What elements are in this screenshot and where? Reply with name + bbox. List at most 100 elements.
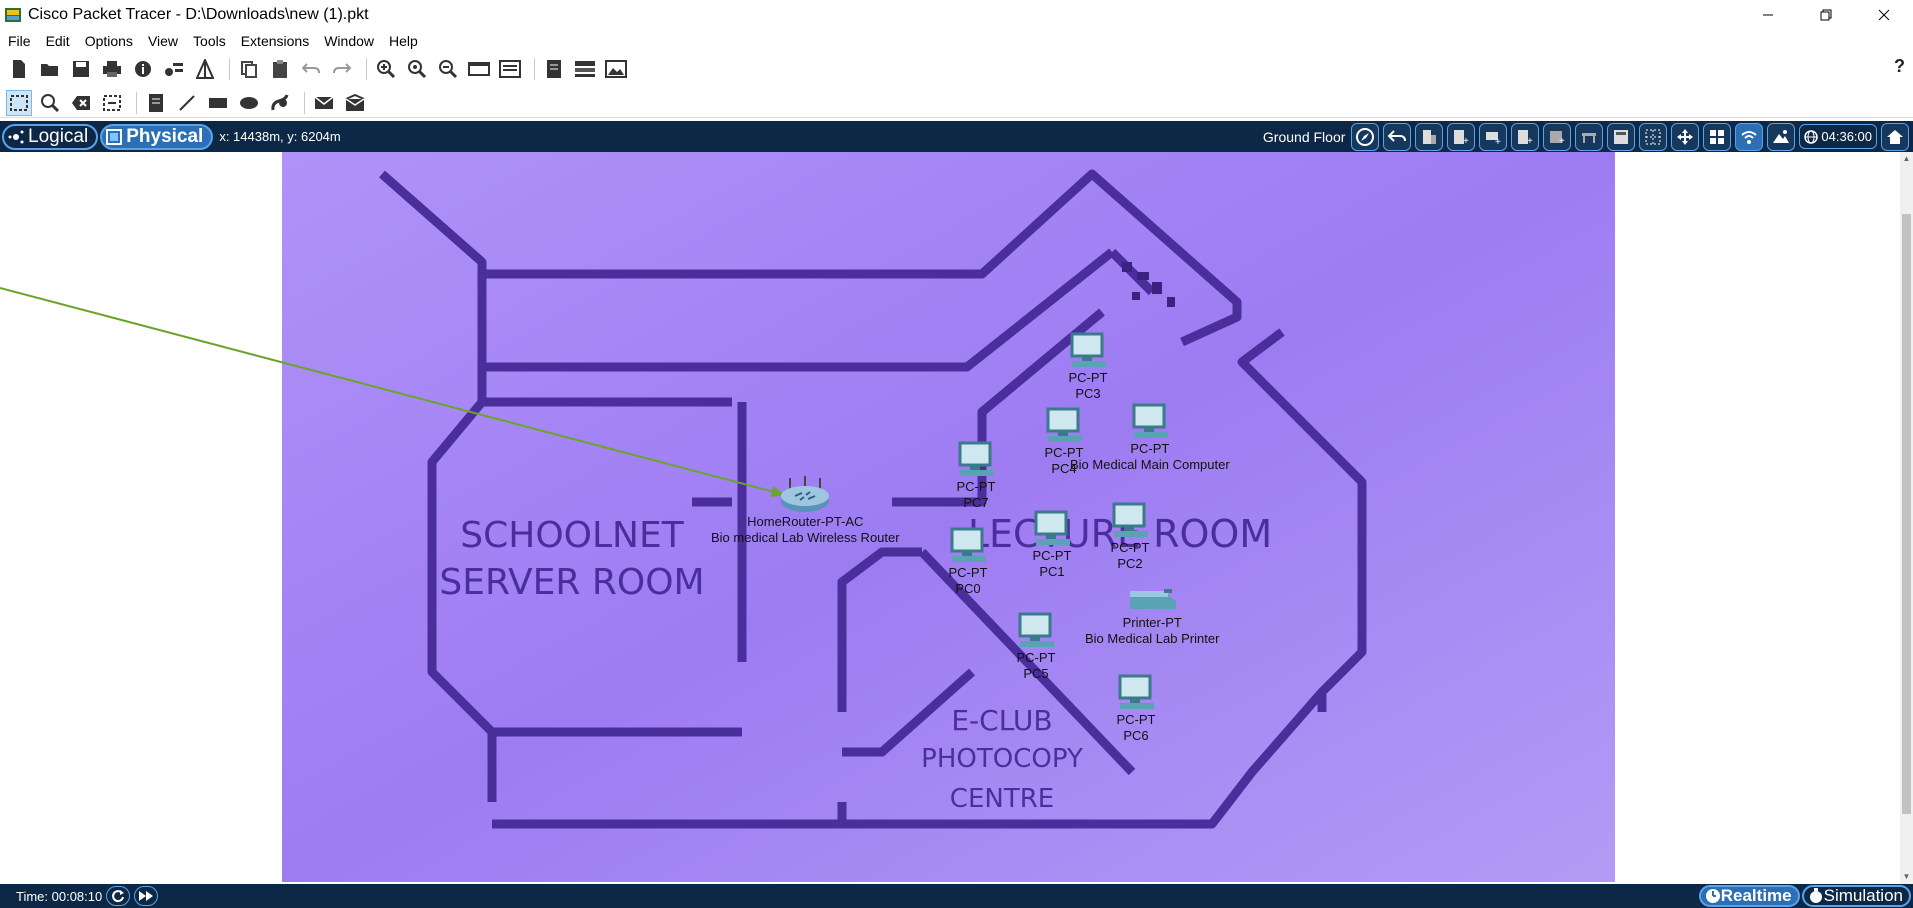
move-icon	[1677, 128, 1694, 145]
move-object-button[interactable]	[1671, 122, 1700, 151]
tab-realtime[interactable]: Realtime	[1698, 885, 1800, 907]
draw-ellipse-button[interactable]	[236, 90, 262, 116]
zoom-out-button[interactable]	[435, 56, 461, 82]
viewport-button[interactable]	[1703, 122, 1732, 151]
zoom-reset-icon	[408, 60, 427, 79]
close-button[interactable]	[1855, 0, 1913, 30]
menu-tools[interactable]: Tools	[193, 33, 226, 49]
scroll-down-icon[interactable]: ▼	[1902, 872, 1911, 882]
vertical-scrollbar[interactable]: ▲ ▼	[1900, 152, 1913, 884]
main-computer-type-label: PC-PT	[1130, 441, 1170, 456]
info-icon	[135, 61, 151, 77]
fast-forward-button[interactable]	[134, 886, 159, 906]
pc7-name-label: PC7	[963, 495, 989, 510]
environment-button[interactable]	[1767, 122, 1796, 151]
device-template-button[interactable]	[572, 56, 598, 82]
print-button[interactable]	[99, 56, 125, 82]
tab-simulation[interactable]: Simulation	[1801, 885, 1911, 907]
resize-tool-button[interactable]	[99, 90, 125, 116]
clock-display: 04:36:00	[1799, 124, 1877, 149]
toolbar-separator	[304, 91, 305, 114]
device-pc5[interactable]: PC-PT PC5	[1014, 612, 1058, 682]
pc6-name-label: PC6	[1123, 728, 1149, 743]
grid-button[interactable]	[1639, 122, 1668, 151]
menu-file[interactable]: File	[8, 33, 31, 49]
new-shelf-button[interactable]: +	[1543, 122, 1572, 151]
palette-button[interactable]	[192, 56, 218, 82]
print-icon	[103, 61, 121, 77]
pc-icon	[1132, 403, 1168, 438]
zoom-reset-button[interactable]	[404, 56, 430, 82]
ellipse-icon	[240, 96, 258, 109]
draw-line-button[interactable]	[174, 90, 200, 116]
undo-button[interactable]	[298, 56, 324, 82]
device-pc7[interactable]: PC-PT PC7	[954, 441, 998, 511]
new-rack-button[interactable]: +	[1447, 122, 1476, 151]
svg-text:+: +	[1559, 136, 1565, 146]
device-pc6[interactable]: PC-PT PC6	[1114, 674, 1158, 744]
new-building-button[interactable]	[1415, 122, 1444, 151]
add-simple-pdu-button[interactable]	[311, 90, 337, 116]
set-background-button[interactable]	[1607, 122, 1636, 151]
menu-window[interactable]: Window	[324, 33, 374, 49]
toolbar-separator	[534, 58, 535, 80]
device-bio-medical-main-computer[interactable]: PC-PT Bio Medical Main Computer	[1070, 403, 1230, 473]
help-button[interactable]: ?	[1894, 56, 1905, 77]
home-button[interactable]	[1881, 122, 1909, 151]
notes-button[interactable]	[541, 56, 567, 82]
copy-button[interactable]	[236, 56, 262, 82]
add-complex-pdu-button[interactable]	[342, 90, 368, 116]
device-pc3[interactable]: PC-PT PC3	[1066, 332, 1110, 402]
place-note-button[interactable]	[143, 90, 169, 116]
tab-physical[interactable]: Physical	[100, 123, 214, 150]
custom-devices-button[interactable]	[497, 56, 523, 82]
cursor-coordinates: x: 14438m, y: 6204m	[219, 129, 341, 144]
select-tool-button[interactable]	[6, 89, 32, 116]
zoom-in-button[interactable]	[373, 56, 399, 82]
new-cabinet-button[interactable]: +	[1511, 122, 1540, 151]
minimize-button[interactable]	[1739, 0, 1797, 30]
workspace-canvas[interactable]: SCHOOLNET SERVER ROOM LECTURE ROOM E-CLU…	[0, 152, 1900, 884]
back-button[interactable]	[1383, 122, 1412, 151]
device-pc2[interactable]: PC-PT PC2	[1108, 502, 1152, 572]
wireless-button[interactable]	[1735, 122, 1764, 151]
fast-forward-icon	[139, 891, 154, 901]
pc-icon	[1112, 502, 1148, 537]
draw-rectangle-button[interactable]	[205, 90, 231, 116]
freeform-button[interactable]	[267, 90, 293, 116]
save-file-button[interactable]	[68, 56, 94, 82]
tab-logical[interactable]: Logical	[2, 123, 99, 150]
toolbar-separator	[229, 58, 230, 80]
paste-button[interactable]	[267, 56, 293, 82]
new-closet-button[interactable]: +	[1479, 122, 1508, 151]
device-pc0[interactable]: PC-PT PC0	[946, 527, 990, 597]
menu-edit[interactable]: Edit	[46, 33, 70, 49]
room-label-eclub: E-CLUB	[951, 704, 1052, 737]
device-pc1[interactable]: PC-PT PC1	[1030, 510, 1074, 580]
menu-view[interactable]: View	[148, 33, 178, 49]
restore-button[interactable]	[1797, 0, 1855, 30]
open-file-button[interactable]	[37, 56, 63, 82]
redo-button[interactable]	[329, 56, 355, 82]
pc7-type-label: PC-PT	[956, 479, 996, 494]
info-button[interactable]	[130, 56, 156, 82]
palette-icon	[196, 59, 214, 79]
network-wizard-button[interactable]	[161, 56, 187, 82]
scroll-up-icon[interactable]: ▲	[1902, 154, 1911, 164]
wireless-icon	[1741, 130, 1758, 144]
menu-help[interactable]: Help	[389, 33, 418, 49]
new-table-button[interactable]	[1575, 122, 1604, 151]
inspect-tool-button[interactable]	[37, 90, 63, 116]
device-home-router[interactable]: HomeRouter-PT-AC Bio medical Lab Wireles…	[711, 474, 900, 546]
new-file-button[interactable]	[6, 56, 32, 82]
scrollbar-thumb[interactable]	[1902, 214, 1911, 814]
delete-tool-button[interactable]	[68, 90, 94, 116]
power-cycle-button[interactable]	[106, 886, 131, 906]
navigation-button[interactable]	[1351, 122, 1380, 151]
device-bio-medical-lab-printer[interactable]: Printer-PT Bio Medical Lab Printer	[1085, 587, 1219, 647]
screenshot-button[interactable]	[603, 56, 629, 82]
simulation-time: Time: 00:08:10	[16, 888, 103, 904]
drawing-palette-button[interactable]	[466, 56, 492, 82]
menu-options[interactable]: Options	[85, 33, 133, 49]
menu-extensions[interactable]: Extensions	[241, 33, 309, 49]
